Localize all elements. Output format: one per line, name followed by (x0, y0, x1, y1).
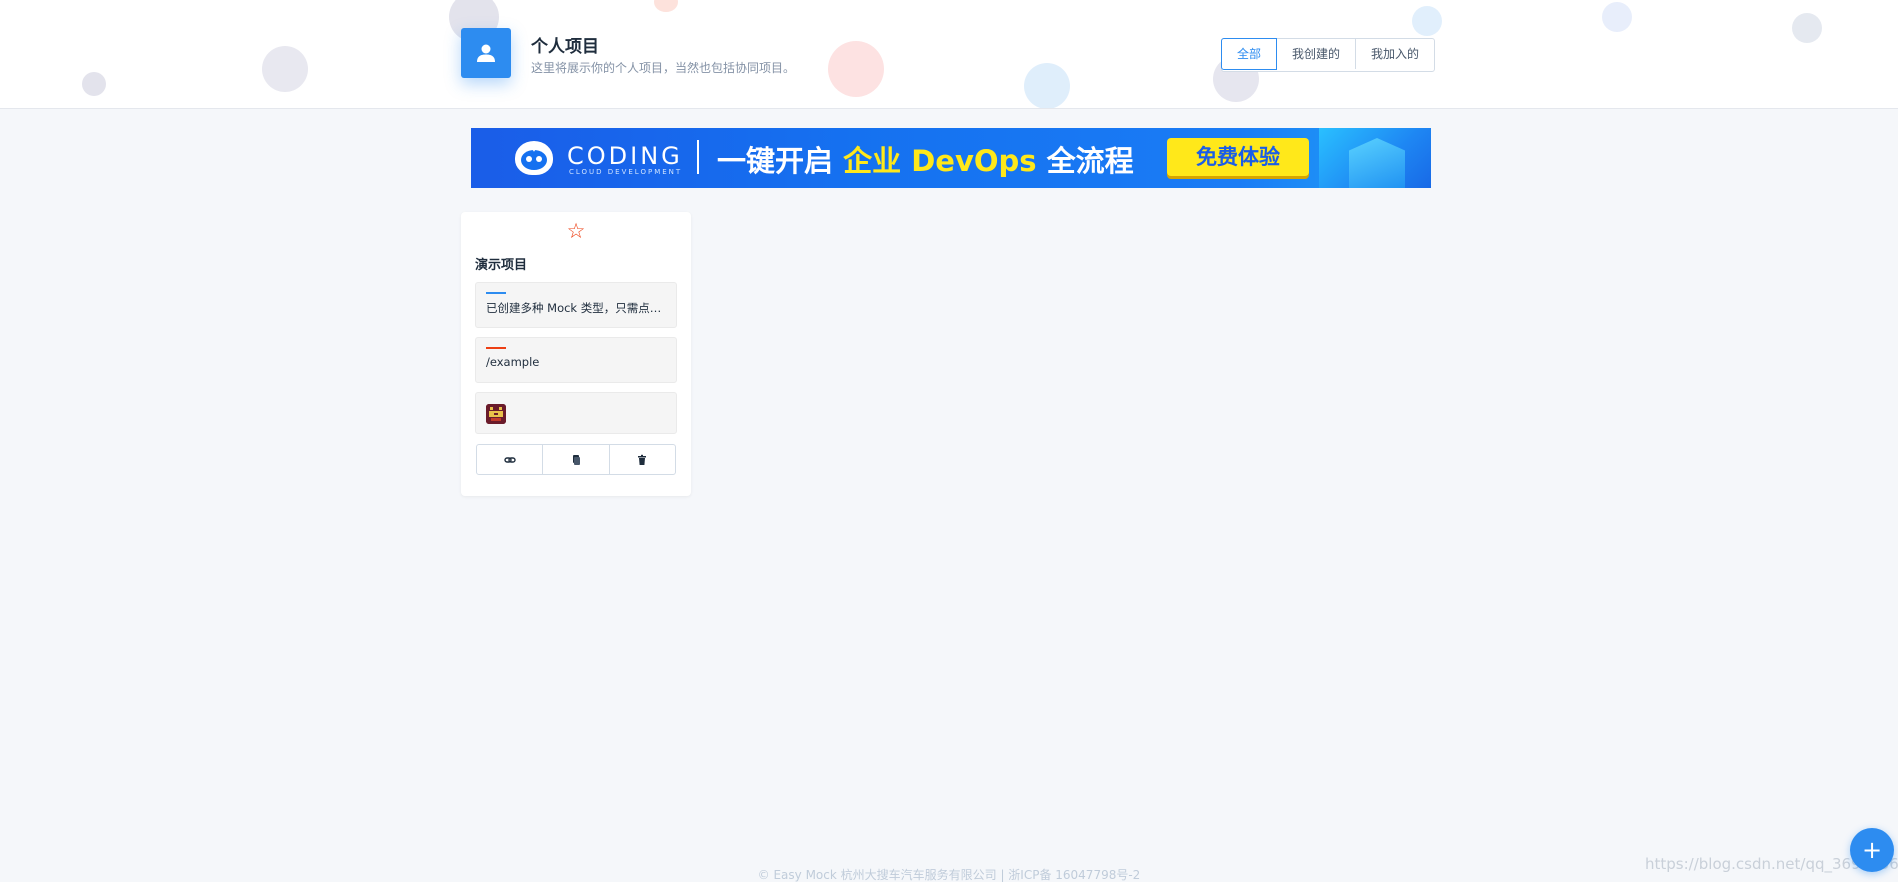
delete-button[interactable] (608, 445, 675, 474)
page-header: 个人项目 这里将展示你的个人项目，当然也包括协同项目。 全部 我创建的 我加入的 (0, 0, 1898, 109)
filter-created-button[interactable]: 我创建的 (1276, 39, 1355, 69)
description-accent-bar (486, 292, 506, 294)
banner-slogan-highlight: 企业 DevOps (843, 144, 1037, 178)
project-card[interactable]: ☆ 演示项目 已创建多种 Mock 类型，只需点击预览便可查看效果 /examp… (461, 212, 691, 496)
banner-brand: CODING (567, 142, 683, 170)
decor-bubble (82, 72, 106, 96)
coding-mascot-icon (521, 143, 547, 170)
link-icon (503, 456, 516, 463)
user-icon (461, 28, 511, 78)
page-description: 这里将展示你的个人项目，当然也包括协同项目。 (531, 61, 796, 75)
decor-bubble (1602, 2, 1632, 32)
banner-slogan-suffix: 全流程 (1036, 144, 1134, 178)
project-actions (476, 444, 676, 475)
page: 个人项目 这里将展示你的个人项目，当然也包括协同项目。 全部 我创建的 我加入的… (0, 0, 1898, 882)
decor-bubble (262, 46, 308, 92)
project-description-box: 已创建多种 Mock 类型，只需点击预览便可查看效果 (475, 282, 677, 328)
decor-bubble (654, 0, 678, 12)
decor-bubble (828, 41, 884, 97)
copy-icon (572, 454, 580, 465)
banner-brand-sub: CLOUD DEVELOPMENT (569, 168, 683, 176)
page-title: 个人项目 (531, 37, 599, 57)
banner-divider (697, 140, 699, 174)
decor-bubble (1024, 63, 1070, 108)
coding-ad-banner[interactable]: CODING CLOUD DEVELOPMENT 一键开启 企业 DevOps … (471, 128, 1431, 188)
clone-button[interactable] (542, 445, 608, 474)
filter-joined-button[interactable]: 我加入的 (1355, 39, 1434, 69)
project-title: 演示项目 (475, 258, 528, 273)
decor-bubble (1792, 13, 1822, 43)
filter-all-button[interactable]: 全部 (1221, 38, 1278, 70)
project-url-box: /example (475, 337, 677, 383)
banner-cta-button[interactable]: 免费体验 (1167, 138, 1309, 176)
member-avatar[interactable] (486, 404, 506, 424)
trash-icon (638, 454, 647, 465)
banner-slogan: 一键开启 企业 DevOps 全流程 (717, 138, 1134, 180)
copy-link-button[interactable] (477, 445, 542, 474)
star-outline-icon[interactable]: ☆ (565, 220, 587, 242)
banner-slogan-prefix: 一键开启 (717, 144, 844, 178)
create-project-button[interactable]: + (1850, 828, 1894, 872)
project-description: 已创建多种 Mock 类型，只需点击预览便可查看效果 (486, 301, 668, 315)
project-members-box (475, 392, 677, 434)
decor-bubble (1412, 6, 1442, 36)
project-filter-group: 全部 我创建的 我加入的 (1221, 38, 1436, 72)
project-url: /example (486, 355, 540, 369)
page-footer: © Easy Mock 杭州大搜车汽车服务有限公司 | 浙ICP备 160477… (757, 868, 1141, 882)
url-accent-bar (486, 347, 506, 349)
